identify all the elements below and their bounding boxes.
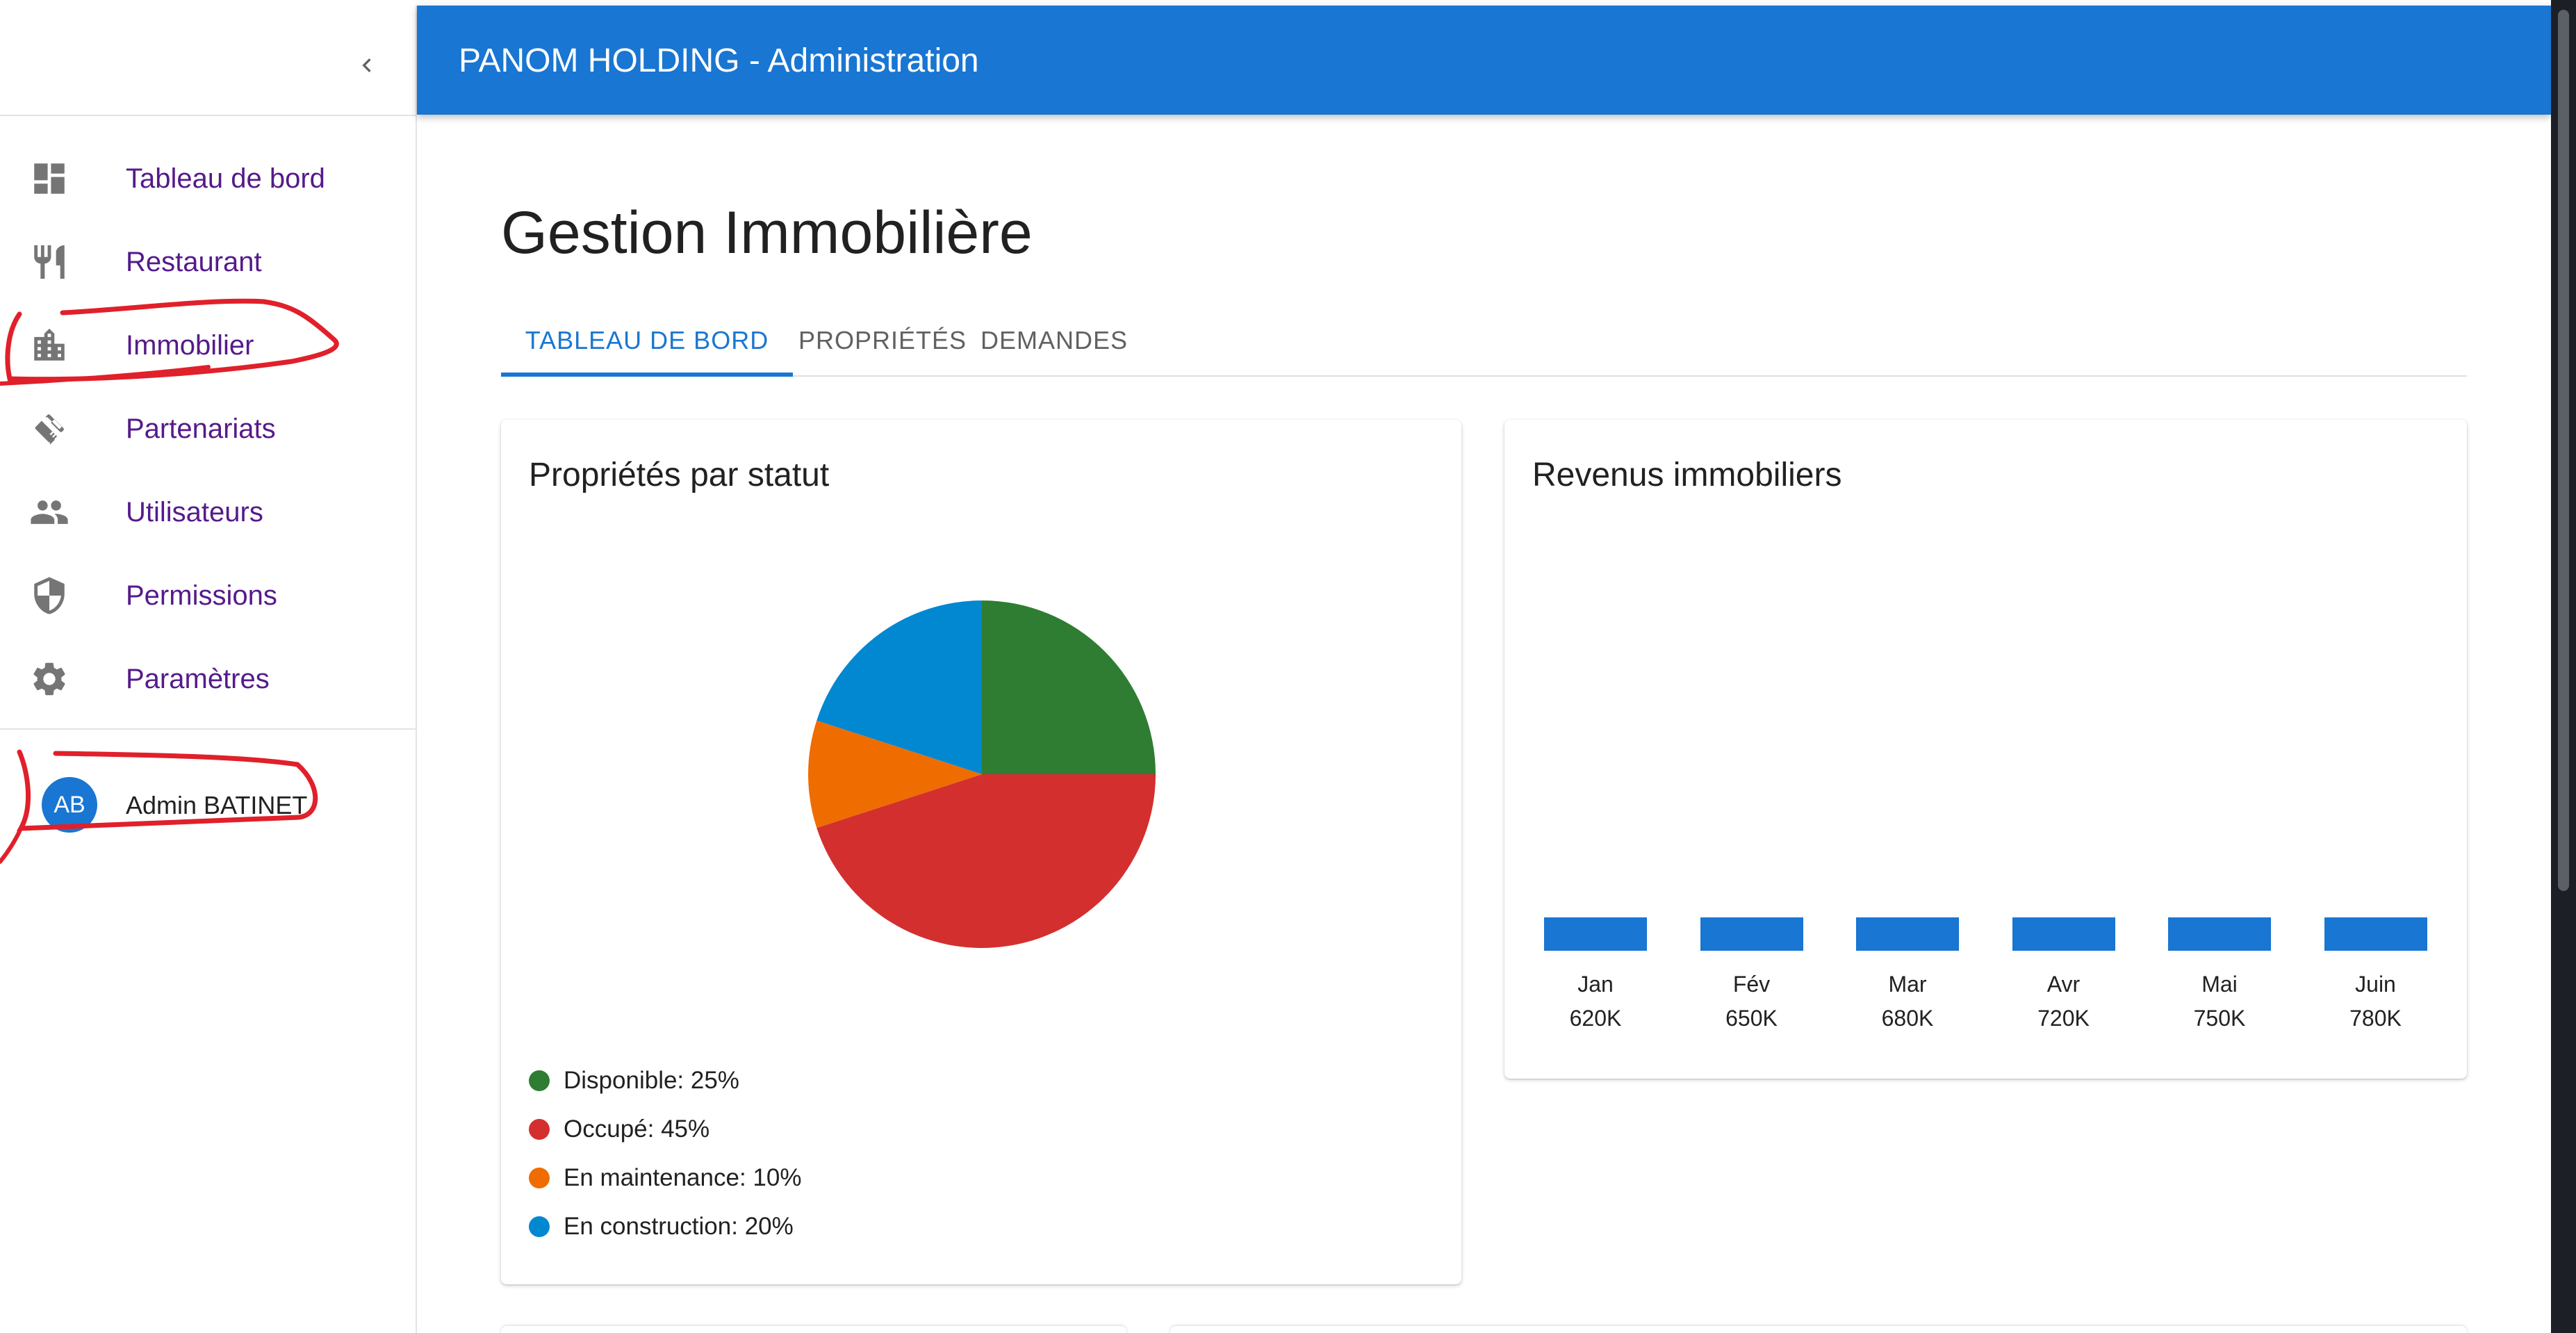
bar-jan xyxy=(1544,917,1647,951)
bar-value-label: 680K xyxy=(1881,1006,1934,1031)
pie-chart-svg xyxy=(808,600,1156,948)
bar-category-label: Fév xyxy=(1732,972,1771,997)
bottom-card-left xyxy=(501,1326,1126,1333)
pie-chart xyxy=(807,599,1157,949)
bar-mar xyxy=(1856,917,1959,951)
legend-dot xyxy=(529,1119,550,1140)
bar-category-label: Juin xyxy=(2355,972,2396,997)
sidebar-divider xyxy=(0,728,416,730)
tab-demandes[interactable]: DEMANDES xyxy=(972,306,1136,375)
avatar: AB xyxy=(42,777,97,833)
bar-value-label: 650K xyxy=(1725,1006,1778,1031)
status-card-title: Propriétés par statut xyxy=(529,457,830,493)
legend-dot xyxy=(529,1070,550,1091)
legend-item-en-construction: En construction: 20% xyxy=(529,1209,794,1244)
bar-fév xyxy=(1700,917,1803,951)
collapse-sidebar-button[interactable] xyxy=(346,44,388,86)
scrollbar-thumb[interactable] xyxy=(2558,10,2569,891)
legend-label: Occupé: 45% xyxy=(564,1115,710,1143)
pie-slice-disponible xyxy=(982,600,1156,774)
legend-label: En maintenance: 10% xyxy=(564,1164,802,1191)
bar-juin xyxy=(2324,917,2427,951)
sidebar-item-label: Immobilier xyxy=(126,329,254,361)
sidebar-item-restaurant[interactable]: Restaurant xyxy=(0,221,416,303)
app-title: PANOM HOLDING - Administration xyxy=(459,42,979,79)
sidebar-item-label: Restaurant xyxy=(126,246,262,277)
legend-item-occupe: Occupé: 45% xyxy=(529,1112,709,1147)
tab-bar: TABLEAU DE BORD PROPRIÉTÉS DEMANDES xyxy=(501,306,2467,377)
handshake-icon xyxy=(29,409,69,449)
active-tab-indicator xyxy=(501,373,793,377)
shield-icon xyxy=(29,575,69,616)
browser-viewport: Tableau de bord Restaurant Immobilier Pa… xyxy=(0,0,2551,1333)
sidebar-item-label: Tableau de bord xyxy=(126,163,325,194)
sidebar-item-permissions[interactable]: Permissions xyxy=(0,555,416,637)
legend-item-disponible: Disponible: 25% xyxy=(529,1063,739,1098)
revenue-card: Revenus immobiliers Jan 620K Fév 650K Mar 680… xyxy=(1504,420,2467,1079)
legend-dot xyxy=(529,1168,550,1188)
bar-category-label: Mai xyxy=(2201,972,2238,997)
sidebar-item-label: Partenariats xyxy=(126,413,276,444)
user-name: Admin BATINET xyxy=(126,791,308,819)
sidebar-item-label: Permissions xyxy=(126,580,277,611)
chevron-left-icon xyxy=(362,58,371,72)
bar-category-label: Jan xyxy=(1577,972,1614,997)
sidebar: Tableau de bord Restaurant Immobilier Pa… xyxy=(0,6,417,1333)
tab-proprietes[interactable]: PROPRIÉTÉS xyxy=(793,306,972,375)
legend-label: Disponible: 25% xyxy=(564,1067,739,1094)
legend-label: En construction: 20% xyxy=(564,1213,794,1240)
restaurant-icon xyxy=(29,242,69,282)
bar-category-label: Avr xyxy=(2046,972,2081,997)
sidebar-item-partenariats[interactable]: Partenariats xyxy=(0,388,416,470)
gear-icon xyxy=(29,659,69,699)
user-profile[interactable]: AB Admin BATINET xyxy=(0,764,416,847)
sidebar-item-immobilier[interactable]: Immobilier xyxy=(0,304,416,386)
sidebar-item-parametres[interactable]: Paramètres xyxy=(0,638,416,720)
dashboard-icon xyxy=(29,158,69,199)
building-icon xyxy=(29,325,69,366)
bar-value-label: 780K xyxy=(2349,1006,2402,1031)
sidebar-header xyxy=(0,6,416,116)
bar-value-label: 750K xyxy=(2193,1006,2246,1031)
sidebar-item-tableau-de-bord[interactable]: Tableau de bord xyxy=(0,138,416,220)
legend-item-en-maintenance: En maintenance: 10% xyxy=(529,1161,801,1195)
sidebar-item-label: Paramètres xyxy=(126,663,270,694)
sidebar-item-label: Utilisateurs xyxy=(126,496,263,528)
bar-avr xyxy=(2012,917,2115,951)
status-card: Propriétés par statut Disponible: 25% Oc… xyxy=(501,420,1461,1284)
bar-value-label: 720K xyxy=(2037,1006,2090,1031)
sidebar-item-utilisateurs[interactable]: Utilisateurs xyxy=(0,471,416,553)
tab-tableau-de-bord[interactable]: TABLEAU DE BORD xyxy=(501,306,793,375)
bar-value-label: 620K xyxy=(1569,1006,1622,1031)
bar-category-label: Mar xyxy=(1888,972,1927,997)
page-title: Gestion Immobilière xyxy=(501,199,1033,266)
app-bar: PANOM HOLDING - Administration xyxy=(417,6,2551,115)
bottom-card-right xyxy=(1170,1326,2467,1333)
legend-dot xyxy=(529,1216,550,1237)
bar-chart: Jan 620K Fév 650K Mar 680K Avr 720K Mai 750K Juin 7… xyxy=(1544,420,2447,1079)
bar-mai xyxy=(2168,917,2271,951)
people-icon xyxy=(29,492,69,532)
